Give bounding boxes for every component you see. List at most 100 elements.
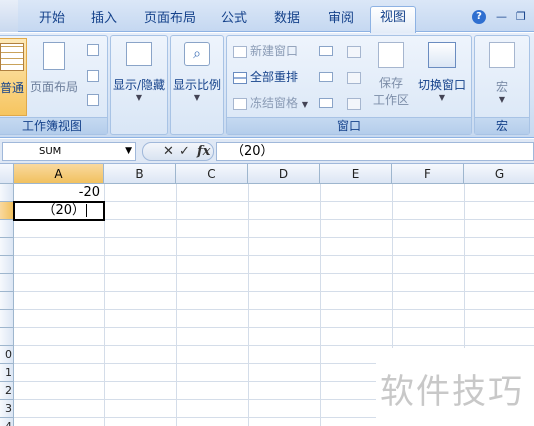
select-all-corner[interactable] [0, 164, 14, 184]
row-header[interactable] [0, 256, 14, 274]
freeze-panes-icon [233, 97, 247, 110]
save-workspace-label-2: 工作区 [372, 93, 409, 107]
column-header-a[interactable]: A [14, 164, 104, 184]
row-header[interactable]: 1 [0, 364, 14, 382]
gridline [14, 237, 534, 238]
formula-buttons: ✕ ✓ fx [142, 142, 214, 161]
group-label-window: 窗口 [227, 117, 471, 134]
name-box[interactable]: SUM ▼ [2, 142, 136, 161]
group-label-workbook-views: 工作簿视图 [0, 117, 107, 134]
normal-view-button[interactable]: 普通 [0, 38, 27, 116]
group-zoom: ⌕ 显示比例 ▼ [170, 35, 224, 135]
insert-function-icon[interactable]: fx [197, 143, 210, 161]
full-screen-icon[interactable] [87, 94, 99, 106]
row-header[interactable] [0, 310, 14, 328]
save-workspace-icon [378, 42, 404, 68]
switch-windows-label: 切换窗口 [417, 78, 466, 92]
row-header[interactable] [0, 184, 14, 202]
tab-formulas[interactable]: 公式 [214, 8, 254, 32]
row-header[interactable] [0, 220, 14, 238]
group-macros: 宏 ▼ 宏 [474, 35, 530, 135]
macros-button[interactable]: 宏 ▼ [475, 40, 529, 116]
page-layout-view-label: 页面布局 [29, 80, 78, 94]
magnifier-icon: ⌕ [184, 42, 210, 66]
freeze-panes-button[interactable]: 冻结窗格 ▼ [233, 94, 308, 112]
column-header-e[interactable]: E [320, 164, 392, 184]
row-header[interactable] [0, 328, 14, 346]
row-header[interactable]: 4 [0, 418, 14, 426]
macros-label: 宏 [495, 80, 508, 94]
tab-review[interactable]: 审阅 [320, 8, 362, 32]
row-header[interactable] [0, 292, 14, 310]
macros-dropdown-icon: ▼ [498, 95, 506, 104]
show-hide-label: 显示/隐藏 [112, 78, 166, 92]
column-header-f[interactable]: F [392, 164, 464, 184]
page-layout-view-button[interactable]: 页面布局 [29, 40, 79, 116]
restore-icon[interactable]: ❐ [516, 10, 526, 23]
switch-windows-dropdown-icon: ▼ [438, 93, 446, 102]
unhide-window-icon[interactable] [319, 98, 333, 108]
gridline [14, 327, 534, 328]
hide-window-icon[interactable] [319, 72, 333, 82]
reset-position-icon[interactable] [347, 98, 361, 110]
switch-windows-icon [428, 42, 456, 68]
name-box-value: SUM [39, 146, 62, 157]
cell-a1[interactable]: -20 [14, 184, 100, 202]
show-hide-button[interactable]: 显示/隐藏 ▼ [111, 40, 167, 130]
gridline [14, 291, 534, 292]
name-box-dropdown-icon[interactable]: ▼ [125, 143, 132, 160]
new-window-icon [233, 45, 247, 58]
column-header-c[interactable]: C [176, 164, 248, 184]
zoom-dropdown-icon: ▼ [193, 93, 201, 102]
side-by-side-icon[interactable] [347, 46, 361, 58]
formula-input[interactable]: （20） [216, 142, 534, 161]
row-header[interactable]: 2 [0, 382, 14, 400]
enter-icon[interactable]: ✓ [179, 143, 190, 161]
row-header[interactable] [0, 202, 14, 220]
tab-data[interactable]: 数据 [266, 8, 308, 32]
watermark: 软件技巧 [376, 348, 534, 426]
column-header-d[interactable]: D [248, 164, 320, 184]
gridline [14, 309, 534, 310]
freeze-panes-label: 冻结窗格 [250, 96, 299, 110]
zoom-label: 显示比例 [172, 78, 221, 92]
group-workbook-views: 普通 页面布局 工作簿视图 [0, 35, 108, 135]
zoom-button[interactable]: ⌕ 显示比例 ▼ [171, 40, 223, 130]
row-header[interactable]: 0 [0, 346, 14, 364]
new-window-button[interactable]: 新建窗口 [233, 42, 298, 60]
new-window-label: 新建窗口 [250, 44, 299, 58]
save-workspace-button[interactable]: 保存 工作区 [371, 40, 411, 116]
help-icon[interactable]: ? [472, 10, 486, 24]
page-break-preview-icon[interactable] [87, 44, 99, 56]
group-show-hide: 显示/隐藏 ▼ [110, 35, 168, 135]
text-caret [86, 204, 87, 217]
tab-view[interactable]: 视图 [370, 6, 416, 33]
sync-scroll-icon[interactable] [347, 72, 361, 84]
ribbon-tab-strip: 开始 插入 页面布局 公式 数据 审阅 视图 ? — ❐ [0, 0, 534, 33]
macros-icon [489, 42, 515, 68]
custom-views-icon[interactable] [87, 70, 99, 82]
cell-a2-text: （20） [42, 203, 85, 218]
column-header-g[interactable]: G [464, 164, 534, 184]
minimize-icon[interactable]: — [496, 10, 507, 23]
arrange-all-icon [233, 71, 247, 84]
freeze-panes-dropdown-icon: ▼ [301, 100, 308, 109]
normal-view-label: 普通 [0, 81, 24, 95]
office-button-edge[interactable] [0, 0, 18, 32]
tab-home[interactable]: 开始 [30, 8, 74, 32]
gridline [14, 345, 534, 346]
split-icon[interactable] [319, 46, 333, 56]
row-header[interactable] [0, 274, 14, 292]
show-hide-icon [126, 42, 152, 66]
formula-bar: SUM ▼ ✕ ✓ fx （20） [0, 139, 534, 164]
column-header-b[interactable]: B [104, 164, 176, 184]
arrange-all-button[interactable]: 全部重排 [233, 68, 298, 86]
page-layout-icon [43, 42, 65, 70]
cell-a2-editing[interactable]: （20） [16, 202, 102, 220]
gridline [248, 184, 249, 426]
cancel-icon[interactable]: ✕ [163, 143, 174, 161]
tab-page-layout[interactable]: 页面布局 [138, 8, 202, 32]
row-header[interactable] [0, 238, 14, 256]
row-header[interactable]: 3 [0, 400, 14, 418]
tab-insert[interactable]: 插入 [82, 8, 126, 32]
